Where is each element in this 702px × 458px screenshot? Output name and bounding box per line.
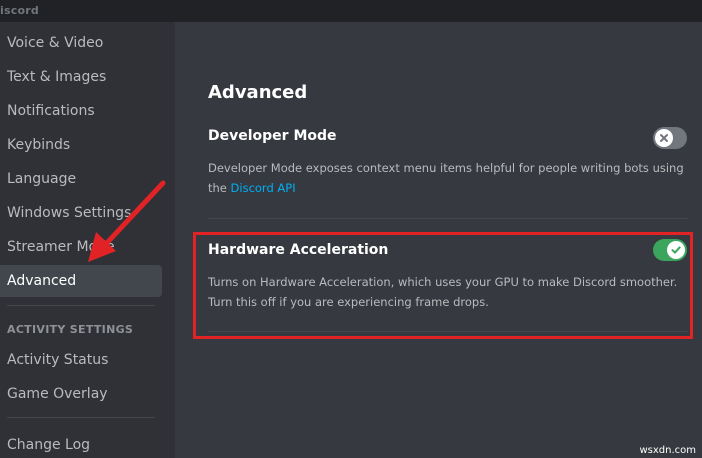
developer-mode-toggle[interactable] bbox=[653, 127, 687, 149]
sidebar-item-voice-video[interactable]: Voice & Video bbox=[0, 27, 162, 59]
developer-mode-description: Developer Mode exposes context menu item… bbox=[208, 158, 688, 198]
sidebar-item-activity-status[interactable]: Activity Status bbox=[0, 344, 162, 376]
sidebar-item-change-log[interactable]: Change Log bbox=[0, 429, 162, 458]
sidebar-item-streamer-mode[interactable]: Streamer Mode bbox=[0, 231, 162, 263]
sidebar-item-language[interactable]: Language bbox=[0, 163, 162, 195]
sidebar-item-notifications[interactable]: Notifications bbox=[0, 95, 162, 127]
developer-mode-title: Developer Mode bbox=[208, 128, 337, 144]
sidebar-item-text-images[interactable]: Text & Images bbox=[0, 61, 162, 93]
settings-sidebar: Voice & Video Text & Images Notification… bbox=[0, 22, 175, 458]
sidebar-item-advanced[interactable]: Advanced bbox=[0, 265, 162, 297]
sidebar-header-activity-settings: ACTIVITY SETTINGS bbox=[7, 323, 134, 336]
sidebar-divider bbox=[7, 417, 155, 418]
app-title: iscord bbox=[0, 4, 39, 17]
close-icon bbox=[660, 134, 668, 142]
highlight-box bbox=[193, 232, 693, 339]
sidebar-item-keybinds[interactable]: Keybinds bbox=[0, 129, 162, 161]
toggle-knob bbox=[655, 129, 673, 147]
sidebar-item-game-overlay[interactable]: Game Overlay bbox=[0, 378, 162, 410]
title-bar: iscord bbox=[0, 0, 702, 22]
page-title: Advanced bbox=[208, 82, 308, 103]
setting-divider bbox=[208, 218, 688, 219]
discord-api-link[interactable]: Discord API bbox=[231, 181, 296, 195]
sidebar-item-windows-settings[interactable]: Windows Settings bbox=[0, 197, 162, 229]
watermark: wsxdn.com bbox=[639, 445, 696, 456]
sidebar-divider bbox=[7, 305, 155, 306]
